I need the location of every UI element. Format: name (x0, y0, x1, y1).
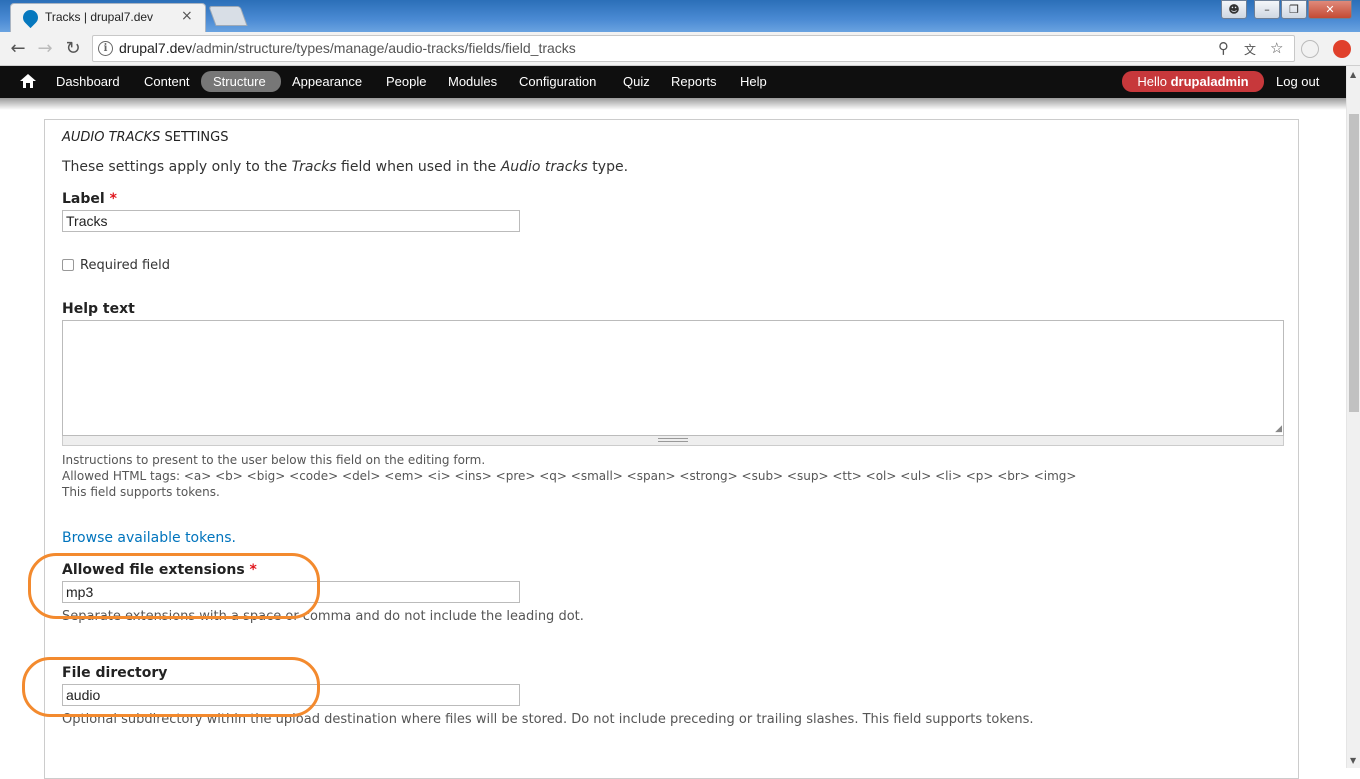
desc-part: field when used in the (336, 159, 501, 175)
required-field-label[interactable]: Required field (80, 258, 170, 273)
annotation-directory-highlight (22, 657, 320, 717)
tab-title: Tracks | drupal7.dev (45, 10, 154, 24)
menu-modules[interactable]: Modules (448, 74, 497, 89)
translate-icon[interactable]: 文 (1244, 41, 1256, 58)
scroll-down-icon[interactable]: ▼ (1350, 756, 1356, 765)
tokens-support-description: This field supports tokens. (62, 485, 220, 499)
desc-part: These settings apply only to the (62, 159, 292, 175)
minimize-button[interactable]: – (1254, 0, 1280, 19)
menu-appearance[interactable]: Appearance (292, 74, 362, 89)
help-text-title: Help text (62, 301, 135, 317)
help-text-description: Instructions to present to the user belo… (62, 453, 486, 467)
desc-part: type. (587, 159, 629, 175)
browse-tokens-link[interactable]: Browse available tokens. (62, 530, 236, 546)
drupal-favicon-icon (19, 6, 42, 29)
user-profile-button[interactable]: ☻ (1221, 0, 1247, 19)
menu-dashboard[interactable]: Dashboard (56, 74, 120, 89)
required-marker: * (109, 191, 117, 207)
admin-toolbar: Dashboard Content Structure Appearance P… (0, 66, 1346, 98)
address-bar: ← → ↻ i drupal7.dev/admin/structure/type… (0, 32, 1360, 66)
new-tab-button[interactable] (208, 6, 248, 26)
annotation-extensions-highlight (28, 553, 320, 619)
desc-type-name: Audio tracks (500, 159, 588, 175)
page-scrollbar[interactable]: ▲ ▼ (1346, 66, 1360, 768)
fieldset-legend: AUDIO TRACKS SETTINGS (62, 130, 228, 145)
scrollbar-thumb[interactable] (1349, 114, 1359, 412)
help-text-textarea[interactable]: ◢ (62, 320, 1284, 436)
menu-quiz[interactable]: Quiz (623, 74, 650, 89)
menu-help[interactable]: Help (740, 74, 767, 89)
menu-reports[interactable]: Reports (671, 74, 717, 89)
toolbar-shadow (0, 98, 1346, 110)
allowed-tags-description: Allowed HTML tags: <a> <b> <big> <code> … (62, 469, 1077, 483)
forward-arrow-icon[interactable]: → (34, 38, 56, 59)
label-title-text: Label (62, 191, 105, 207)
hello-prefix: Hello (1137, 74, 1171, 89)
user-badge[interactable]: Hello drupaladmin (1122, 71, 1264, 92)
browser-tab[interactable]: Tracks | drupal7.dev × (10, 3, 206, 32)
username: drupaladmin (1170, 74, 1249, 89)
label-field-title: Label * (62, 191, 117, 207)
info-icon[interactable]: i (98, 41, 113, 56)
bookmark-star-icon[interactable]: ☆ (1270, 39, 1283, 57)
legend-suffix: SETTINGS (160, 130, 229, 145)
grippie-lines (658, 438, 688, 442)
close-window-button[interactable]: ✕ (1308, 0, 1352, 19)
back-arrow-icon[interactable]: ← (7, 38, 29, 59)
legend-type-name: AUDIO TRACKS (62, 130, 161, 145)
zoom-icon[interactable]: ⚲ (1218, 39, 1229, 57)
window-titlebar: Tracks | drupal7.dev × ☻ – ❐ ✕ (0, 0, 1360, 32)
extension-icon[interactable] (1301, 40, 1319, 58)
menu-content[interactable]: Content (144, 74, 190, 89)
logout-link[interactable]: Log out (1276, 74, 1319, 89)
maximize-button[interactable]: ❐ (1281, 0, 1307, 19)
label-input[interactable]: Tracks (62, 210, 520, 232)
settings-description: These settings apply only to the Tracks … (62, 159, 628, 175)
required-field-checkbox[interactable] (62, 259, 74, 271)
update-icon[interactable] (1333, 40, 1351, 58)
menu-structure[interactable]: Structure (213, 74, 266, 89)
menu-configuration[interactable]: Configuration (519, 74, 596, 89)
home-icon[interactable] (20, 74, 36, 88)
desc-field-name: Tracks (291, 159, 337, 175)
menu-people[interactable]: People (386, 74, 426, 89)
url-field[interactable]: i drupal7.dev/admin/structure/types/mana… (92, 35, 1295, 62)
resize-handle-icon[interactable]: ◢ (1275, 424, 1282, 434)
url-text: drupal7.dev/admin/structure/types/manage… (119, 40, 576, 56)
tab-close-icon[interactable]: × (181, 8, 193, 24)
reload-icon[interactable]: ↻ (62, 38, 84, 59)
textarea-grippie[interactable] (62, 436, 1284, 446)
scroll-up-icon[interactable]: ▲ (1350, 70, 1356, 79)
